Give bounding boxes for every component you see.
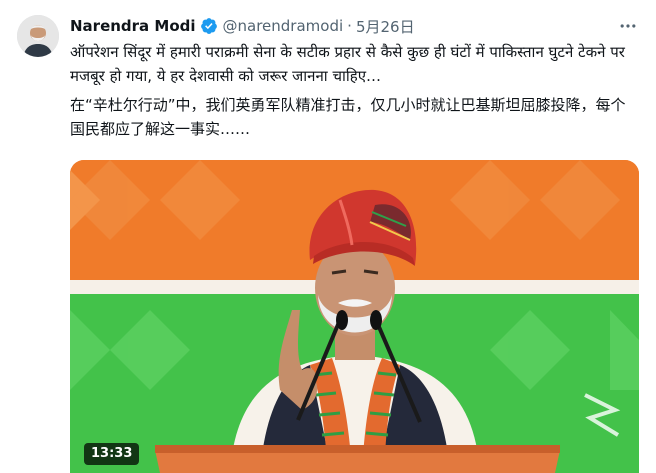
separator-dot: ·	[347, 17, 352, 35]
tweet-card[interactable]: Narendra Modi @narendramodi · 5月26日 ऑपरे…	[0, 0, 656, 473]
tweet-date[interactable]: 5月26日	[356, 16, 415, 37]
avatar-image	[17, 15, 59, 57]
author-handle[interactable]: @narendramodi	[223, 17, 344, 35]
author-name[interactable]: Narendra Modi	[70, 17, 196, 35]
tweet-text-hindi: ऑपरेशन सिंदूर में हमारी पराक्रमी सेना के…	[70, 43, 625, 85]
verified-badge-icon	[200, 17, 218, 35]
video-duration-badge: 13:33	[84, 443, 140, 465]
video-thumbnail	[70, 160, 639, 473]
more-options-icon[interactable]	[616, 14, 640, 38]
avatar[interactable]	[17, 15, 59, 57]
video-player[interactable]	[70, 160, 639, 473]
tweet-text-chinese: 在“辛杜尔行动”中，我们英勇军队精准打击，仅几小时就让巴基斯坦屈膝投降，每个国民…	[70, 96, 626, 138]
tweet-header: Narendra Modi @narendramodi · 5月26日	[70, 15, 415, 37]
